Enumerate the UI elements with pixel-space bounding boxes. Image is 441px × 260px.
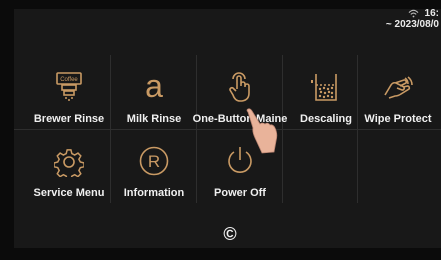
wipe-hand-icon xyxy=(384,76,413,99)
touch-hand-icon xyxy=(229,72,250,102)
registered-icon: R xyxy=(139,146,169,176)
device-bezel-top xyxy=(0,0,441,9)
wifi-icon xyxy=(408,9,418,18)
descaling-icon xyxy=(311,74,337,101)
coffee-brewer-icon: Coffee xyxy=(56,72,82,101)
milk-rinse-label: Milk Rinse xyxy=(126,113,182,125)
brewer-rinse-button[interactable]: Coffee Brewer Rinse xyxy=(26,57,112,131)
svg-text:R: R xyxy=(148,152,160,171)
svg-text:Coffee: Coffee xyxy=(60,77,78,83)
status-date: ~ 2023/08/0 xyxy=(385,19,439,30)
descaling-label: Descaling xyxy=(300,113,352,125)
copyright-symbol: © xyxy=(223,224,237,244)
milk-rinse-button[interactable]: a Milk Rinse xyxy=(111,57,197,131)
status-bar: 16: ~ 2023/08/0 xyxy=(386,8,439,30)
service-menu-label: Service Menu xyxy=(33,187,105,199)
service-menu-button[interactable]: Service Menu xyxy=(26,131,112,205)
device-bezel-bottom xyxy=(0,248,441,260)
power-off-label: Power Off xyxy=(214,187,266,199)
information-button[interactable]: R Information xyxy=(111,131,197,205)
wipe-protect-label: Wipe Protect xyxy=(364,113,432,125)
gear-icon xyxy=(54,149,84,177)
milk-rinse-icon: a xyxy=(145,68,163,104)
wipe-protect-button[interactable]: Wipe Protect xyxy=(358,57,438,131)
status-time: 16: xyxy=(424,8,439,19)
descaling-button[interactable]: Descaling xyxy=(283,57,369,131)
pointing-hand-icon xyxy=(246,108,278,154)
information-label: Information xyxy=(123,187,185,199)
brewer-rinse-label: Brewer Rinse xyxy=(33,113,105,125)
